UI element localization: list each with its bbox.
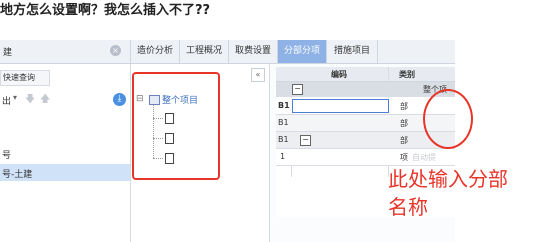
arrow-down-icon[interactable]: 🡇 <box>25 92 35 109</box>
annotation-text: 此处输入分部 名称 <box>388 165 508 221</box>
column-header-code[interactable]: 编码 <box>331 69 347 80</box>
quick-query-label: 快速查询 <box>3 73 35 82</box>
minus-box-icon[interactable]: − <box>300 135 311 146</box>
chevron-down-icon[interactable]: ▾ <box>13 93 17 102</box>
row-category: 部 <box>400 119 408 128</box>
annotation-highlight-circle <box>423 89 473 149</box>
row-code: B1 <box>278 101 290 110</box>
minus-box-icon[interactable]: − <box>292 84 303 95</box>
column-header-category[interactable]: 类别 <box>399 69 415 80</box>
row-category: 部 <box>400 136 408 145</box>
arrow-up-icon[interactable]: 🡅 <box>40 92 50 109</box>
software-window: 建 × 快速查询 出 ▾ 🡇 🡅 ⤓ 号 号-土建 造价分析 工程概况 取费设置… <box>0 40 455 242</box>
collapse-panel-button[interactable]: « <box>251 68 265 82</box>
annotation-line-2: 名称 <box>388 195 428 219</box>
row-code: 1 <box>280 152 286 161</box>
table-row-section[interactable]: − 整个项 <box>276 82 455 97</box>
tab-cost-analysis[interactable]: 造价分析 <box>131 40 180 63</box>
annotation-line-1: 此处输入分部 <box>388 167 508 191</box>
list-item[interactable]: 号 <box>0 146 130 162</box>
list-item-selected[interactable]: 号-土建 <box>0 164 130 181</box>
question-title: 地方怎么设置啊？我怎么插入不了?? <box>0 3 211 18</box>
row-code: B1 <box>278 135 289 144</box>
download-icon[interactable]: ⤓ <box>113 93 126 106</box>
code-input-cell[interactable] <box>292 99 389 113</box>
row-code: B1 <box>278 118 289 127</box>
grid-header: 编码 类别 <box>276 67 455 82</box>
tab-fee-settings[interactable]: 取费设置 <box>229 40 278 63</box>
left-panel: 快速查询 出 ▾ 🡇 🡅 ⤓ 号 号-土建 <box>0 64 131 242</box>
left-toolbar: 出 ▾ 🡇 🡅 ⤓ <box>0 92 130 108</box>
tab-bar: 造价分析 工程概况 取费设置 分部分项 措施项目 <box>131 40 455 64</box>
left-panel-header: 建 × <box>0 40 131 64</box>
table-row[interactable]: 1 项 自动提 <box>276 149 455 166</box>
close-icon[interactable]: × <box>110 45 121 56</box>
row-category: 部 <box>400 102 408 111</box>
tab-sub-items[interactable]: 分部分项 <box>278 40 327 63</box>
row-category: 项 <box>400 153 408 162</box>
tab-measures[interactable]: 措施项目 <box>327 40 378 63</box>
list-item-label: 号 <box>2 151 12 161</box>
tab-project-overview[interactable]: 工程概况 <box>180 40 229 63</box>
left-panel-title: 建 <box>3 48 13 58</box>
quick-query-tab[interactable]: 快速查询 <box>0 70 50 86</box>
export-dropdown[interactable]: 出 <box>2 94 11 107</box>
row-extra: 自动提 <box>412 153 436 162</box>
list-item-label: 号-土建 <box>2 170 33 180</box>
annotation-highlight-box <box>132 72 220 180</box>
